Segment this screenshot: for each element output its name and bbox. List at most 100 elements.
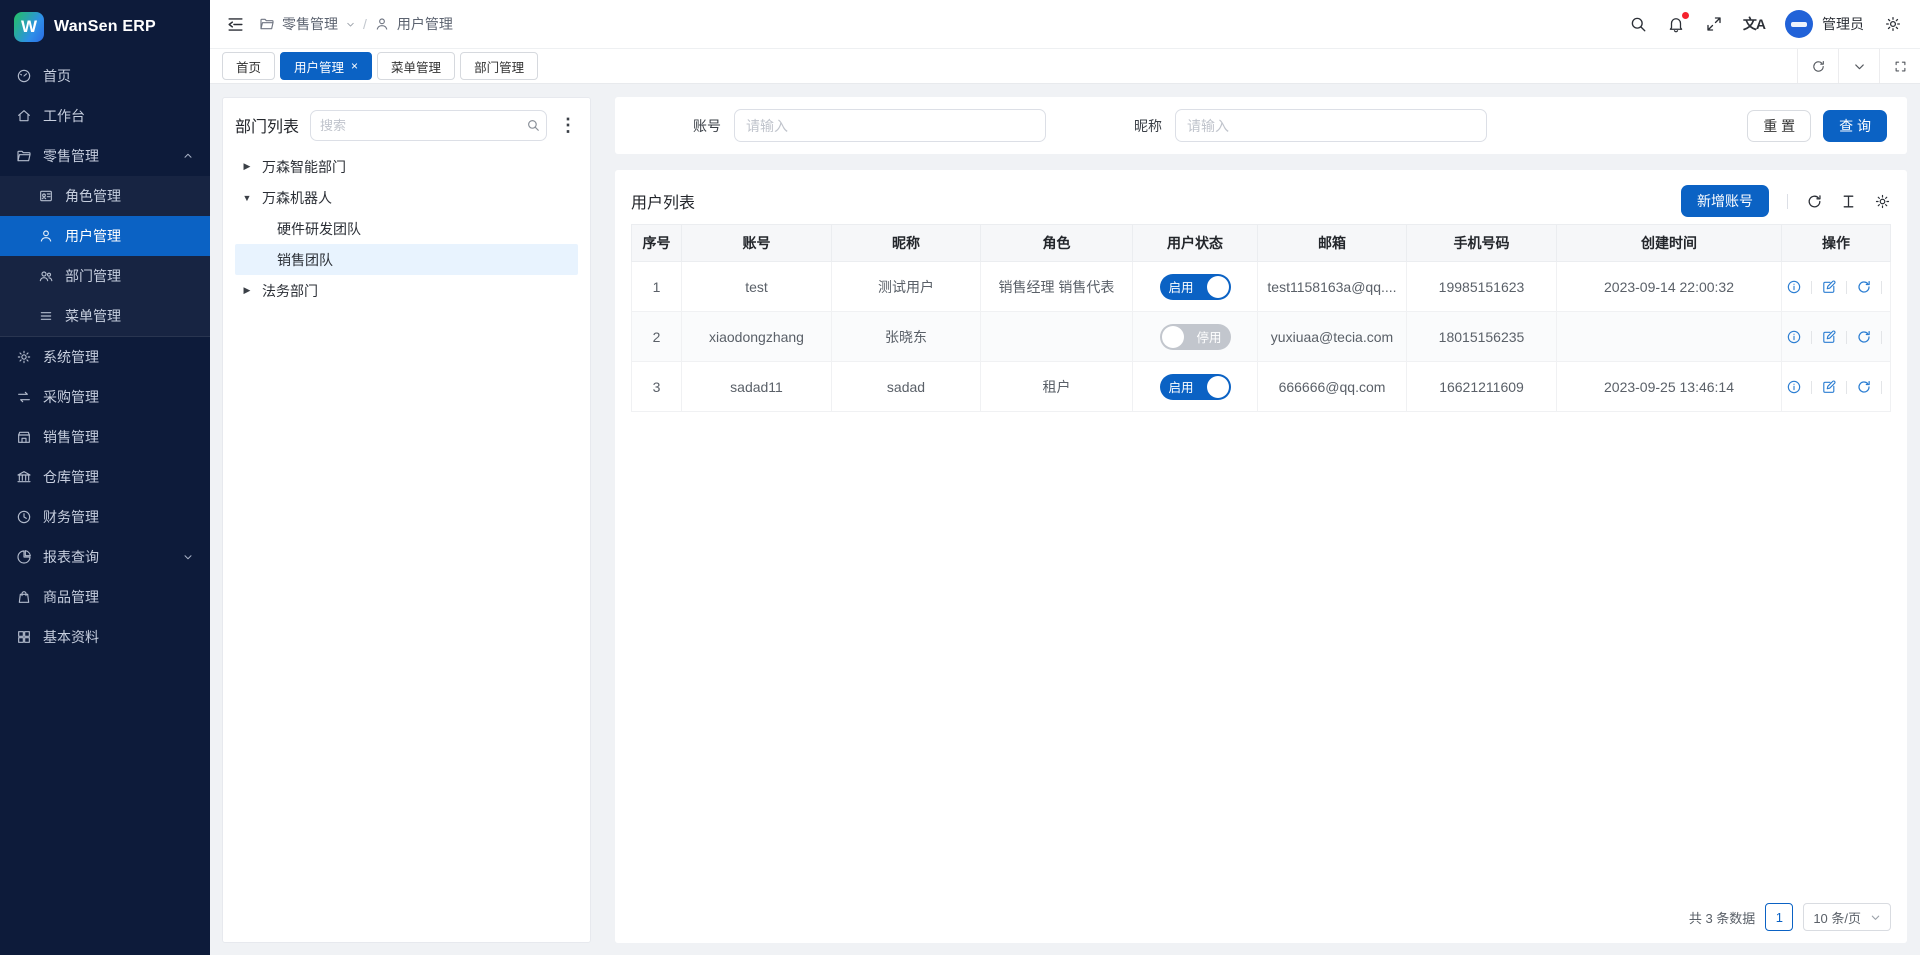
user-icon: [38, 228, 54, 244]
sidebar-item-label: 报表查询: [43, 547, 171, 567]
page-size-select[interactable]: 10 条/页: [1803, 903, 1891, 931]
sidebar-item-报表查询[interactable]: 报表查询: [0, 537, 210, 577]
cell-nickname: sadad: [832, 362, 981, 412]
sidebar-item-菜单管理[interactable]: 菜单管理: [0, 296, 210, 336]
cell-roles: 租户: [981, 362, 1133, 412]
sidebar-item-用户管理[interactable]: 用户管理: [0, 216, 210, 256]
chevron-down-icon[interactable]: [345, 19, 356, 30]
content-fullscreen-icon[interactable]: [1879, 49, 1920, 83]
department-search-input[interactable]: [311, 118, 519, 133]
status-toggle[interactable]: 启用: [1160, 374, 1231, 400]
department-tree: ▶万森智能部门▼万森机器人硬件研发团队销售团队▶法务部门: [235, 151, 578, 306]
sidebar-item-label: 用户管理: [65, 226, 194, 246]
department-search-icon[interactable]: [519, 111, 546, 140]
breadcrumb-page[interactable]: 用户管理: [397, 14, 453, 34]
sidebar-item-销售管理[interactable]: 销售管理: [0, 417, 210, 457]
reset-button[interactable]: [1856, 329, 1872, 345]
tree-node[interactable]: ▶法务部门: [235, 275, 578, 306]
search-icon[interactable]: [1629, 15, 1647, 33]
sidebar-item-仓库管理[interactable]: 仓库管理: [0, 457, 210, 497]
tabs: 首页用户管理×菜单管理部门管理: [217, 52, 538, 80]
tree-node[interactable]: 硬件研发团队: [235, 213, 578, 244]
finance-icon: [16, 509, 32, 525]
detail-button[interactable]: [1786, 329, 1802, 345]
user-name: 管理员: [1822, 14, 1864, 34]
avatar[interactable]: [1785, 10, 1813, 38]
row-height-icon[interactable]: [1840, 193, 1857, 210]
tab-首页[interactable]: 首页: [222, 52, 275, 80]
reset-button[interactable]: [1856, 379, 1872, 395]
cell-actions: [1782, 262, 1891, 312]
tree-node[interactable]: 销售团队: [235, 244, 578, 275]
edit-button[interactable]: [1821, 329, 1837, 345]
sidebar-item-角色管理[interactable]: 角色管理: [0, 176, 210, 216]
bag-icon: [16, 589, 32, 605]
column-header-昵称: 昵称: [832, 225, 981, 262]
tree-node[interactable]: ▼万森机器人: [235, 182, 578, 213]
total-count: 共 3 条数据: [1689, 908, 1755, 927]
translate-icon[interactable]: 文A: [1743, 14, 1765, 34]
tab-部门管理[interactable]: 部门管理: [460, 52, 538, 80]
status-label: 停用: [1196, 327, 1221, 346]
sidebar-item-系统管理[interactable]: 系统管理: [0, 337, 210, 377]
sidebar-item-零售管理[interactable]: 零售管理: [0, 136, 210, 176]
row-actions: [1786, 329, 1891, 345]
refresh-page-icon[interactable]: [1797, 49, 1838, 83]
department-more-icon[interactable]: ⋮: [558, 116, 578, 134]
nickname-input[interactable]: [1175, 109, 1487, 142]
sidebar-item-采购管理[interactable]: 采购管理: [0, 377, 210, 417]
status-toggle[interactable]: 停用: [1160, 324, 1231, 350]
account-input[interactable]: [734, 109, 1046, 142]
sidebar-nav: 首页工作台零售管理角色管理用户管理部门管理菜单管理系统管理采购管理销售管理仓库管…: [0, 54, 210, 955]
sidebar-item-部门管理[interactable]: 部门管理: [0, 256, 210, 296]
edit-button[interactable]: [1821, 379, 1837, 395]
tab-bar: 首页用户管理×菜单管理部门管理: [210, 49, 1920, 84]
user-menu[interactable]: 管理员: [1785, 10, 1864, 38]
detail-button[interactable]: [1786, 279, 1802, 295]
sidebar-item-label: 系统管理: [43, 347, 194, 367]
sidebar-item-工作台[interactable]: 工作台: [0, 96, 210, 136]
account-field: 账号: [693, 109, 1046, 142]
sidebar-item-财务管理[interactable]: 财务管理: [0, 497, 210, 537]
sidebar-item-label: 销售管理: [43, 427, 194, 447]
cell-email: yuxiuaa@tecia.com: [1258, 312, 1407, 362]
reset-button[interactable]: [1856, 279, 1872, 295]
edit-button[interactable]: [1821, 279, 1837, 295]
caret-icon[interactable]: ▶: [241, 161, 253, 172]
page-button[interactable]: 1: [1765, 903, 1793, 931]
cell-phone: 19985151623: [1407, 262, 1557, 312]
sidebar-item-基本资料[interactable]: 基本资料: [0, 617, 210, 657]
column-settings-gear-icon[interactable]: [1874, 193, 1891, 210]
filter-actions: 重 置 查 询: [1747, 110, 1887, 142]
menu-fold-icon[interactable]: [226, 15, 245, 34]
tree-node[interactable]: ▶万森智能部门: [235, 151, 578, 182]
caret-icon[interactable]: ▼: [241, 193, 253, 203]
caret-icon[interactable]: ▶: [241, 285, 253, 296]
tab-菜单管理[interactable]: 菜单管理: [377, 52, 455, 80]
tab-menu-chevron-icon[interactable]: [1838, 49, 1879, 83]
add-account-button[interactable]: 新增账号: [1681, 185, 1769, 217]
main-column: 零售管理 / 用户管理: [210, 0, 1920, 955]
user-list-title: 用户列表: [631, 189, 695, 213]
detail-button[interactable]: [1786, 379, 1802, 395]
reset-button[interactable]: 重 置: [1747, 110, 1811, 142]
cell-status: 启用: [1133, 362, 1258, 412]
chevron-down-icon: [1870, 912, 1881, 923]
sidebar-item-label: 基本资料: [43, 627, 194, 647]
folder-open-icon: [259, 16, 275, 32]
column-header-邮箱: 邮箱: [1258, 225, 1407, 262]
refresh-table-icon[interactable]: [1806, 193, 1823, 210]
action-divider: [1846, 331, 1847, 344]
tab-用户管理[interactable]: 用户管理×: [280, 52, 372, 80]
cell-account: test: [682, 262, 832, 312]
close-icon[interactable]: ×: [351, 60, 358, 72]
sidebar-item-商品管理[interactable]: 商品管理: [0, 577, 210, 617]
status-toggle[interactable]: 启用: [1160, 274, 1231, 300]
query-button[interactable]: 查 询: [1823, 110, 1887, 142]
fullscreen-icon[interactable]: [1705, 15, 1723, 33]
notifications-bell-icon[interactable]: [1667, 15, 1685, 33]
cell-phone: 18015156235: [1407, 312, 1557, 362]
sidebar-item-首页[interactable]: 首页: [0, 56, 210, 96]
breadcrumb-section[interactable]: 零售管理: [282, 14, 338, 34]
settings-gear-icon[interactable]: [1884, 15, 1902, 33]
